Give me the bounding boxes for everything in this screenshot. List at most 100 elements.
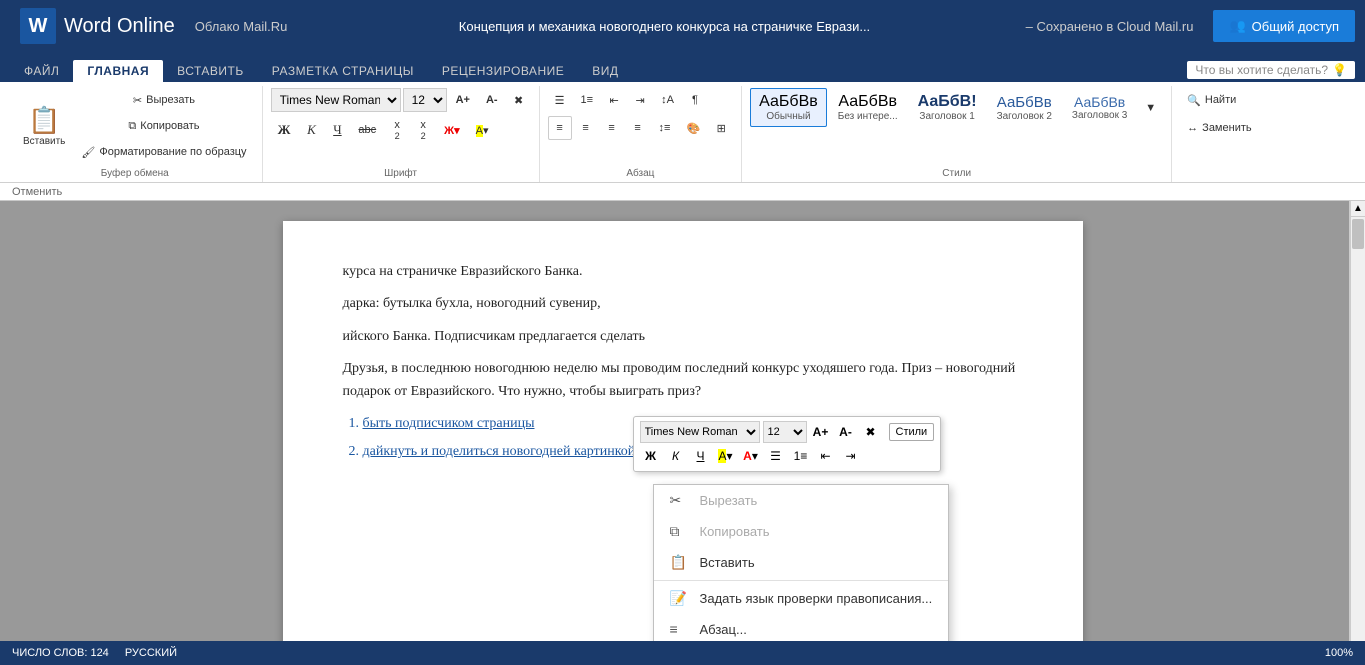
style-heading3[interactable]: АаБбВв Заголовок 3 <box>1063 89 1136 126</box>
doc-para3: ийского Банка. Подписчикам предлагается … <box>343 326 1023 348</box>
align-center-button[interactable]: ≡ <box>574 116 598 140</box>
align-right-button[interactable]: ≡ <box>600 116 624 140</box>
search-icon: 🔍 <box>1187 94 1201 107</box>
mini-text-color-button[interactable]: А▾ <box>740 445 762 467</box>
mini-italic-button[interactable]: К <box>665 445 687 467</box>
replace-row: ↔ Заменить <box>1180 114 1258 142</box>
mini-shrink-font[interactable]: A- <box>835 421 857 443</box>
tab-view[interactable]: ВИД <box>578 60 632 82</box>
document-area: Times New Roman 12 A+ A- ✖ Стили Ж К Ч А… <box>0 201 1365 641</box>
mini-grow-font[interactable]: A+ <box>810 421 832 443</box>
ctx-paste[interactable]: 📋 Вставить <box>654 547 949 578</box>
paste-button[interactable]: 📋 Вставить <box>16 97 72 155</box>
mini-toolbar: Times New Roman 12 A+ A- ✖ Стили Ж К Ч А… <box>633 416 942 472</box>
lightbulb-icon: 💡 <box>1332 63 1347 77</box>
clipboard-row: 📋 Вставить ✂ Вырезать ⧉ Копировать 🖌 Фор… <box>16 86 254 166</box>
mini-underline-button[interactable]: Ч <box>690 445 712 467</box>
ribbon-search-box[interactable]: Что вы хотите сделать? 💡 <box>1187 61 1355 79</box>
line-spacing-button[interactable]: ↕≡ <box>652 116 678 140</box>
shrink-font-button[interactable]: A- <box>479 88 505 112</box>
style-normal[interactable]: АаБбВв Обычный <box>750 88 827 127</box>
mini-increase-indent[interactable]: ⇥ <box>840 445 862 467</box>
ctx-cut[interactable]: ✂ Вырезать <box>654 485 949 516</box>
mini-bold-button[interactable]: Ж <box>640 445 662 467</box>
cloud-service: Облако Mail.Ru <box>195 19 288 34</box>
tab-layout[interactable]: РАЗМЕТКА СТРАНИЦЫ <box>258 60 428 82</box>
bold-button[interactable]: Ж <box>271 118 298 142</box>
mini-size-select[interactable]: 12 <box>763 421 807 443</box>
justify-button[interactable]: ≡ <box>626 116 650 140</box>
underline-button[interactable]: Ч <box>325 118 349 142</box>
style-heading2[interactable]: АаБбВв Заголовок 2 <box>988 89 1061 127</box>
grow-font-button[interactable]: A+ <box>449 88 477 112</box>
style-no-spacing[interactable]: АаБбВв Без интере... <box>829 88 907 127</box>
replace-icon: ↔ <box>1187 122 1198 134</box>
doc-para2: дарка: бутылка бухла, новогодний сувенир… <box>343 293 1023 315</box>
mini-styles-button[interactable]: Стили <box>889 423 935 441</box>
scroll-up-button[interactable]: ▲ <box>1351 201 1365 217</box>
document-page[interactable]: Times New Roman 12 A+ A- ✖ Стили Ж К Ч А… <box>283 221 1083 641</box>
mini-numbering-button[interactable]: 1≡ <box>790 445 812 467</box>
font-size-select[interactable]: 12 <box>403 88 447 112</box>
tab-insert[interactable]: ВСТАВИТЬ <box>163 60 258 82</box>
superscript-button[interactable]: x2 <box>411 116 435 144</box>
find-button[interactable]: 🔍 Найти <box>1180 88 1243 112</box>
font-row2: Ж К Ч abc x2 x2 Ж▾ А▾ <box>271 114 496 146</box>
mini-decrease-indent[interactable]: ⇤ <box>815 445 837 467</box>
bullets-button[interactable]: ☰ <box>548 88 572 112</box>
status-right: 100% <box>1325 647 1353 659</box>
vertical-scrollbar[interactable]: ▲ <box>1349 201 1365 641</box>
font-family-select[interactable]: Times New Roman <box>271 88 401 112</box>
para-row2: ≡ ≡ ≡ ≡ ↕≡ 🎨 ⊞ <box>548 114 734 142</box>
subscript-button[interactable]: x2 <box>385 116 409 144</box>
text-color-button[interactable]: Ж▾ <box>437 118 466 142</box>
highlight-button[interactable]: А▾ <box>469 118 496 142</box>
ribbon-toolbar: 📋 Вставить ✂ Вырезать ⧉ Копировать 🖌 Фор… <box>0 82 1365 183</box>
ctx-copy[interactable]: ⧉ Копировать <box>654 516 949 547</box>
paragraph-label: Абзац <box>548 166 734 182</box>
scroll-thumb[interactable] <box>1352 219 1364 249</box>
copy-ctx-icon: ⧉ <box>670 523 690 540</box>
show-para-button[interactable]: ¶ <box>683 88 707 112</box>
cut-icon: ✂ <box>670 492 690 509</box>
ctx-spelling[interactable]: 📝 Задать язык проверки правописания... <box>654 583 949 614</box>
strikethrough-button[interactable]: abc <box>351 118 383 142</box>
paste-ctx-icon: 📋 <box>670 554 690 571</box>
increase-indent-button[interactable]: ⇥ <box>628 88 652 112</box>
cut-button[interactable]: ✂ Вырезать <box>74 88 253 112</box>
spelling-icon: 📝 <box>670 590 690 607</box>
format-painter-button[interactable]: 🖌 Форматирование по образцу <box>74 140 253 164</box>
clear-format-button[interactable]: ✖ <box>507 88 531 112</box>
undo-label[interactable]: Отменить <box>12 186 62 198</box>
tab-home[interactable]: ГЛАВНАЯ <box>73 60 163 82</box>
share-button[interactable]: 👥 Общий доступ <box>1213 10 1355 42</box>
search-placeholder: Что вы хотите сделать? <box>1195 63 1328 77</box>
borders-button[interactable]: ⊞ <box>709 116 733 140</box>
copy-button[interactable]: ⧉ Копировать <box>74 114 253 138</box>
share-label: Общий доступ <box>1252 19 1339 34</box>
align-left-button[interactable]: ≡ <box>548 116 572 140</box>
mini-font-select[interactable]: Times New Roman <box>640 421 760 443</box>
mini-format-clear[interactable]: ✖ <box>860 421 882 443</box>
mini-styles-label: Стили <box>896 426 928 438</box>
clipboard-group: 📋 Вставить ✂ Вырезать ⧉ Копировать 🖌 Фор… <box>8 86 263 182</box>
sort-button[interactable]: ↕A <box>654 88 681 112</box>
shading-button[interactable]: 🎨 <box>679 116 707 140</box>
mini-bullets-button[interactable]: ☰ <box>765 445 787 467</box>
status-left: ЧИСЛО СЛОВ: 124 РУССКИЙ <box>12 647 177 659</box>
clipboard-label: Буфер обмена <box>16 166 254 182</box>
decrease-indent-button[interactable]: ⇤ <box>602 88 626 112</box>
replace-button[interactable]: ↔ Заменить <box>1180 116 1258 140</box>
style-heading1[interactable]: АаБбВ! Заголовок 1 <box>909 88 986 127</box>
mini-highlight-button[interactable]: А▾ <box>715 445 737 467</box>
scissors-icon: ✂ <box>133 94 142 107</box>
para-row1: ☰ 1≡ ⇤ ⇥ ↕A ¶ <box>548 86 707 114</box>
ctx-paragraph[interactable]: ≡ Абзац... <box>654 614 949 641</box>
italic-button[interactable]: К <box>299 118 323 142</box>
word-count: ЧИСЛО СЛОВ: 124 <box>12 647 109 659</box>
styles-more-button[interactable]: ▼ <box>1138 96 1163 120</box>
tab-review[interactable]: РЕЦЕНЗИРОВАНИЕ <box>428 60 578 82</box>
numbering-button[interactable]: 1≡ <box>574 88 601 112</box>
styles-label: Стили <box>750 166 1163 182</box>
tab-file[interactable]: ФАЙЛ <box>10 60 73 82</box>
